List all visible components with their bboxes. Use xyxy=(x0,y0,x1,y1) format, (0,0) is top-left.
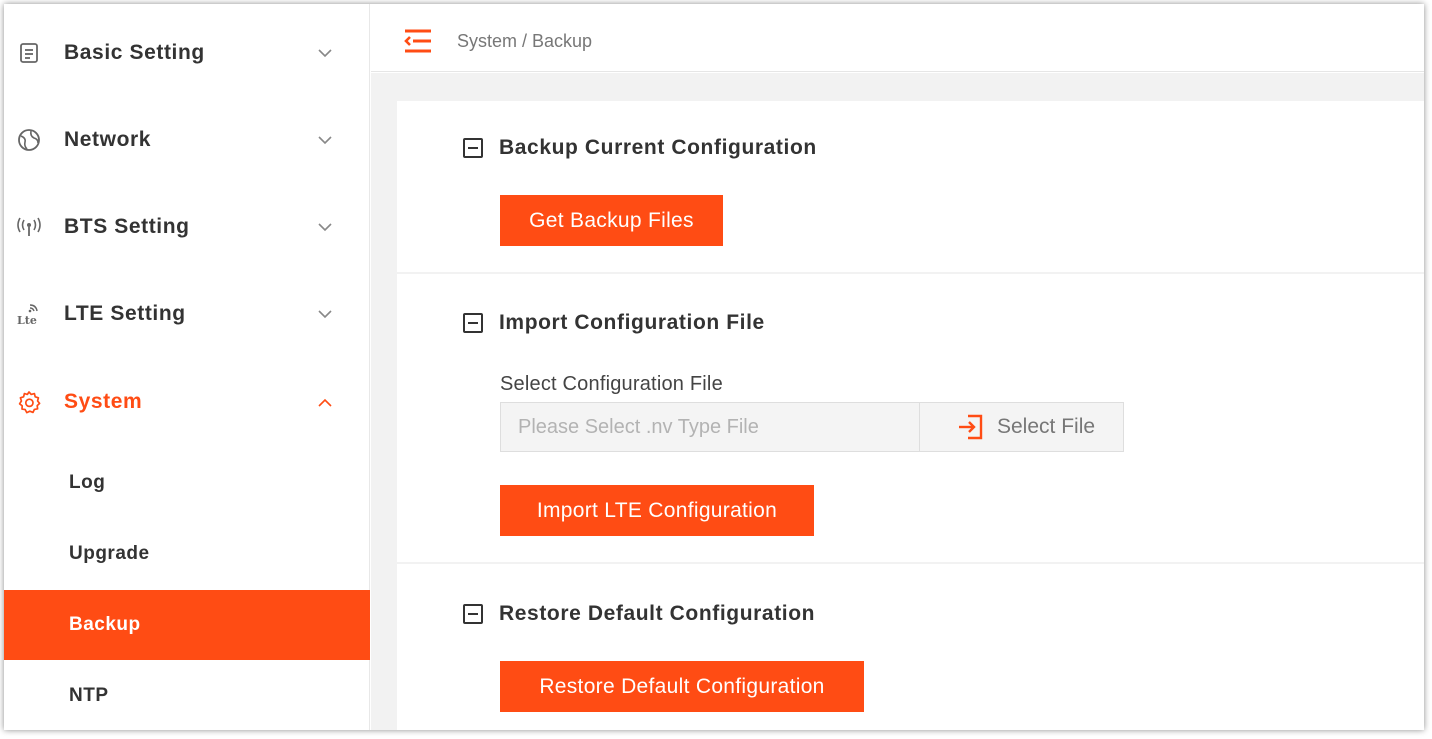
section-title: Restore Default Configuration xyxy=(499,602,816,625)
sidebar-item-label: BTS Setting xyxy=(64,215,190,238)
chevron-up-icon xyxy=(316,393,334,411)
sidebar-subitem-ntp[interactable]: NTP xyxy=(4,661,370,730)
globe-icon xyxy=(16,127,42,153)
restore-section: Restore Default Configuration Restore De… xyxy=(397,564,1424,730)
sidebar-item-bts-setting[interactable]: BTS Setting xyxy=(4,184,370,270)
file-import-icon xyxy=(956,413,984,441)
sidebar: Basic Setting Network BTS Setting Lte LT… xyxy=(4,4,370,730)
select-file-label: Select File xyxy=(997,415,1096,438)
sidebar-item-label: Basic Setting xyxy=(64,41,205,64)
backup-section: Backup Current Configuration Get Backup … xyxy=(397,101,1424,272)
button-label: Get Backup Files xyxy=(529,208,694,232)
chevron-down-icon xyxy=(316,305,334,323)
section-title: Import Configuration File xyxy=(499,311,765,334)
sidebar-subitem-backup[interactable]: Backup xyxy=(4,590,370,660)
breadcrumb: System / Backup xyxy=(457,31,592,52)
import-lte-configuration-button[interactable]: Import LTE Configuration xyxy=(500,485,814,536)
chevron-down-icon xyxy=(316,131,334,149)
collapse-icon[interactable] xyxy=(463,604,483,624)
import-section: Import Configuration File Select Configu… xyxy=(397,274,1424,562)
sidebar-subitem-log[interactable]: Log xyxy=(4,448,370,518)
menu-collapse-icon[interactable] xyxy=(403,28,433,54)
sidebar-subitem-label: NTP xyxy=(69,685,109,706)
svg-text:Lte: Lte xyxy=(17,314,37,326)
sidebar-subitem-label: Upgrade xyxy=(69,543,150,564)
collapse-icon[interactable] xyxy=(463,313,483,333)
sidebar-item-network[interactable]: Network xyxy=(4,97,370,183)
select-file-button[interactable]: Select File xyxy=(919,402,1124,452)
collapse-icon[interactable] xyxy=(463,138,483,158)
sidebar-subitem-label: Log xyxy=(69,472,106,493)
restore-default-configuration-button[interactable]: Restore Default Configuration xyxy=(500,661,864,712)
breadcrumb-text: System / Backup xyxy=(457,31,593,51)
section-header: Restore Default Configuration xyxy=(463,602,815,626)
sidebar-item-lte-setting[interactable]: Lte LTE Setting xyxy=(4,271,370,357)
top-header: System / Backup xyxy=(371,4,1424,72)
sidebar-item-label: LTE Setting xyxy=(64,302,186,325)
main-content: Backup Current Configuration Get Backup … xyxy=(371,73,1424,730)
button-label: Import LTE Configuration xyxy=(536,498,778,522)
sidebar-subitem-label: Backup xyxy=(69,614,141,635)
sidebar-item-system[interactable]: System xyxy=(4,359,370,445)
section-header: Backup Current Configuration xyxy=(463,136,817,160)
file-path-input[interactable]: Please Select .nv Type File xyxy=(500,402,920,452)
section-header: Import Configuration File xyxy=(463,311,765,335)
chevron-down-icon xyxy=(316,44,334,62)
chevron-down-icon xyxy=(316,218,334,236)
get-backup-files-button[interactable]: Get Backup Files xyxy=(500,195,723,246)
document-icon xyxy=(16,40,42,66)
sidebar-subitem-upgrade[interactable]: Upgrade xyxy=(4,519,370,589)
gear-icon xyxy=(16,389,42,415)
button-label: Restore Default Configuration xyxy=(539,674,825,698)
app-window: Basic Setting Network BTS Setting Lte LT… xyxy=(4,4,1424,730)
sidebar-item-label: System xyxy=(64,390,143,413)
lte-icon: Lte xyxy=(16,301,42,327)
sidebar-item-basic-setting[interactable]: Basic Setting xyxy=(4,10,370,96)
antenna-icon xyxy=(16,214,42,240)
section-title: Backup Current Configuration xyxy=(499,136,817,159)
file-input-placeholder: Please Select .nv Type File xyxy=(518,415,759,438)
field-label: Select Configuration File xyxy=(500,373,723,395)
sidebar-item-label: Network xyxy=(64,128,152,151)
